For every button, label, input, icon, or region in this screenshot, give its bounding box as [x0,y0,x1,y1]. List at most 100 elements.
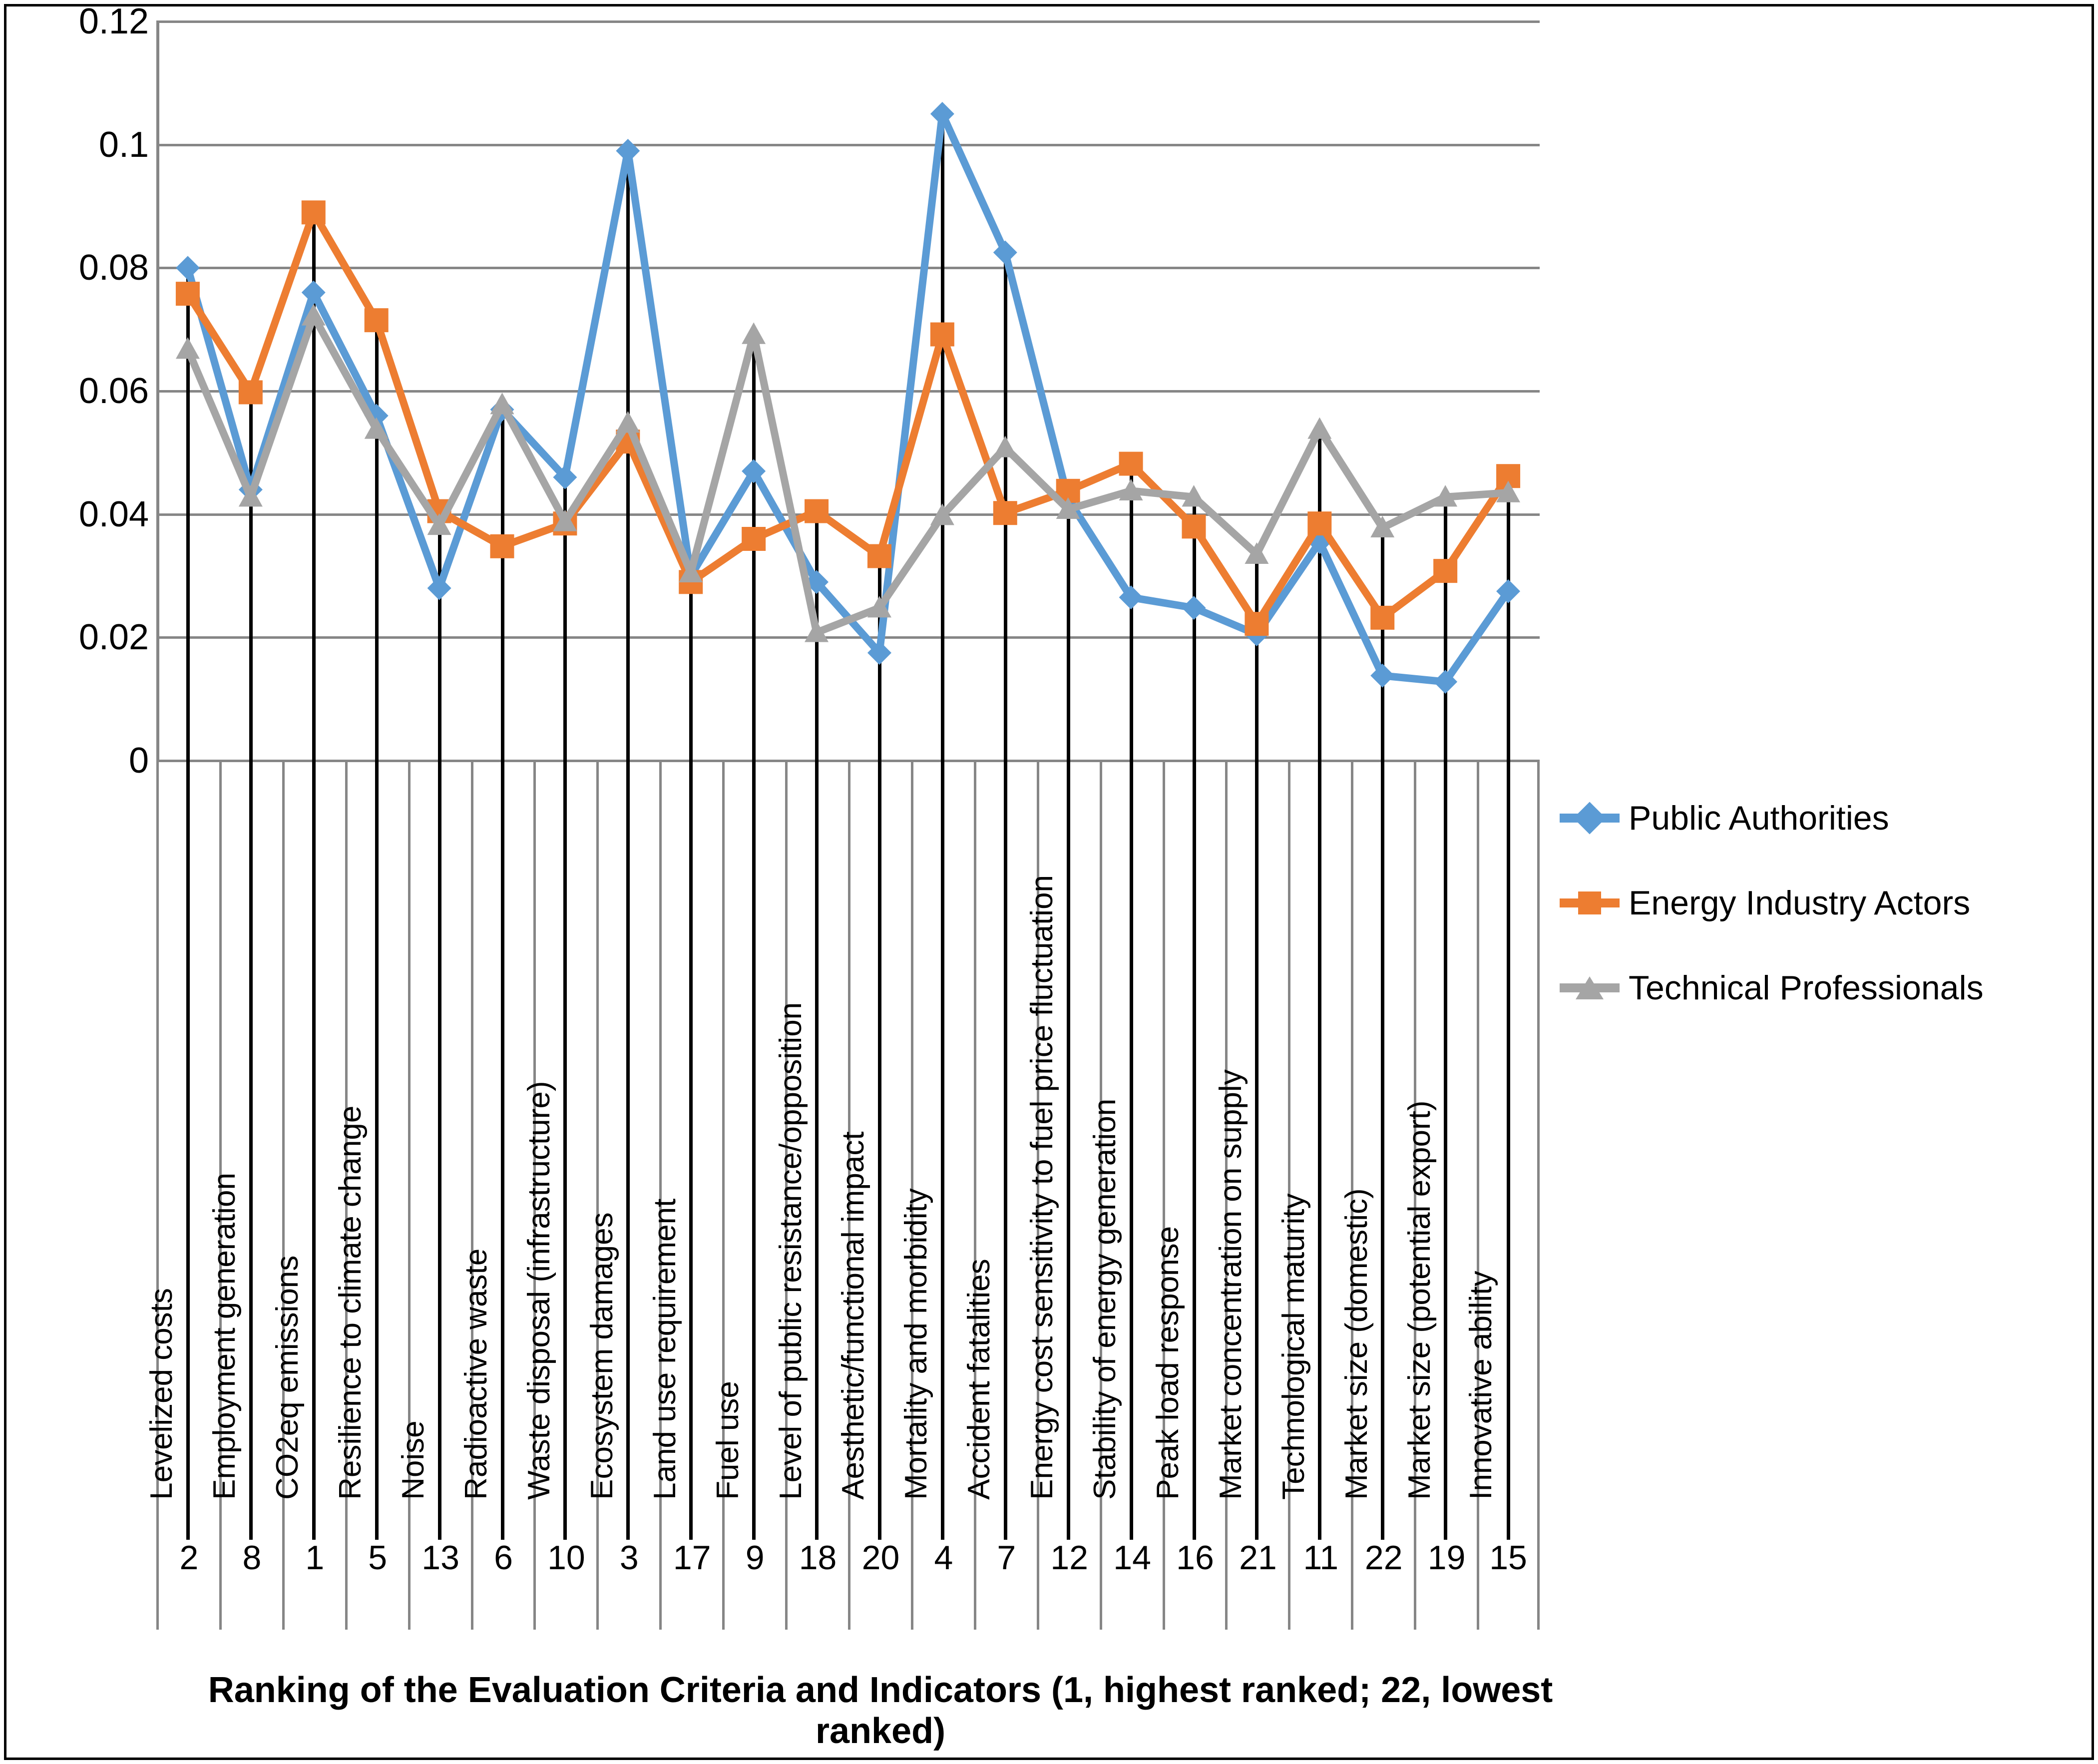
category-label-band: Levelized costs 2 Employment generation 8 CO… [145,761,1540,1630]
data-point-marker [490,393,514,415]
ranking-value: 15 [1489,1539,1527,1577]
data-point-marker [1182,514,1206,539]
category-drop-line-extension [437,761,441,1540]
data-point-marker [993,436,1017,457]
category-drop-line-extension [689,761,693,1540]
category-label: Radioactive waste [459,1248,494,1500]
data-point-marker [742,322,766,344]
data-point-marker [1182,596,1206,620]
ranking-value: 20 [861,1539,900,1577]
legend-label: Public Authorities [1629,799,1889,837]
category-drop-line-extension [815,761,819,1540]
data-point-marker [175,282,200,306]
data-point-marker [805,499,829,523]
data-point-marker [867,544,891,568]
category-drop-line-extension [1318,761,1322,1540]
category-label: Ecosystem damages [584,1212,619,1500]
category-drop-line-extension [1507,761,1511,1540]
category-label: Noise [396,1420,431,1500]
data-point-marker [1433,559,1458,583]
category-drop-line-extension [877,761,881,1540]
ranking-value: 4 [934,1539,953,1577]
legend-label: Energy Industry Actors [1629,884,1971,922]
data-point-marker [993,501,1017,525]
category-label: Market concentration on supply [1214,1069,1249,1500]
data-point-marker [175,337,200,359]
category-drop-line-extension [752,761,756,1540]
series-line-0 [184,110,1512,686]
category-drop-line-extension [249,761,253,1540]
legend-swatch-icon [1560,888,1620,918]
series-line-2 [184,312,1512,636]
legend-label: Technical Professionals [1629,969,1984,1007]
ranking-value: 17 [673,1539,711,1577]
data-point-marker [1370,663,1395,688]
ranking-value: 7 [997,1539,1016,1577]
category-label: Energy cost sensitivity to fuel price fl… [1025,875,1060,1500]
y-tick-label: 0 [128,741,149,781]
legend-item-1[interactable]: Energy Industry Actors [1560,861,2084,945]
data-point-marker [1245,612,1269,636]
data-point-marker [616,139,640,163]
data-point-marker [1307,417,1332,439]
category-label: Aesthetic/functional impact [836,1131,871,1500]
data-point-marker [427,576,451,600]
category-drop-line-extension [626,761,630,1540]
data-point-marker [930,102,954,126]
category-drop-line-extension [1066,761,1070,1540]
data-point-marker [742,527,766,551]
legend-item-0[interactable]: Public Authorities [1560,776,2084,861]
chart-legend: Public Authorities Energy Industry Actors… [1560,776,2084,1030]
ranking-value: 13 [421,1539,459,1577]
ranking-value: 22 [1364,1539,1403,1577]
legend-item-2[interactable]: Technical Professionals [1560,945,2084,1030]
ranking-value: 1 [305,1539,325,1577]
ranking-value: 11 [1303,1539,1339,1577]
data-point-marker [993,240,1017,265]
data-point-marker [1370,605,1395,630]
y-axis-tick-labels: 0.12 0.1 0.08 0.06 0.04 0.02 0 [6,1,149,1758]
y-tick-label: 0.06 [78,371,149,411]
category-drop-line-extension [1444,761,1448,1540]
data-point-marker [1119,451,1143,476]
category-drop-line-extension [1381,761,1385,1540]
data-point-marker [175,256,200,280]
category-label: Land use requirement [647,1198,682,1500]
chart-frame: 0.12 0.1 0.08 0.06 0.04 0.02 0 Levelized costs… [4,1,2094,1760]
category-drop-line-extension [940,761,944,1540]
data-point-marker [930,322,954,347]
data-point-marker [616,411,640,433]
data-point-marker [1307,511,1332,536]
line-chart: 0.12 0.1 0.08 0.06 0.04 0.02 0 Levelized costs… [6,1,2092,1758]
category-drop-line-extension [186,761,190,1540]
category-label: Waste disposal (infrastructure) [522,1081,557,1500]
ranking-value: 10 [547,1539,585,1577]
data-point-marker [301,200,326,225]
category-label: Technological maturity [1276,1193,1311,1500]
ranking-value: 6 [494,1539,513,1577]
ranking-value: 2 [179,1539,199,1577]
y-tick-label: 0.04 [78,494,149,534]
ranking-value: 14 [1113,1539,1151,1577]
category-label: Market size (potential export) [1402,1100,1437,1500]
ranking-value: 19 [1427,1539,1466,1577]
category-drop-line-extension [1003,761,1007,1540]
category-label: Resilience to climate change [333,1105,368,1500]
x-axis-title: Ranking of the Evaluation Criteria and I… [208,1670,1553,1751]
category-label: Accident fatalities [962,1259,997,1500]
category-drop-line-extension [500,761,504,1540]
category-label: Fuel use [710,1381,745,1500]
category-label: Market size (domestic) [1339,1188,1374,1500]
category-label: Employment generation [207,1173,242,1500]
data-point-marker [238,380,263,405]
category-drop-line-extension [1129,761,1133,1540]
legend-swatch-icon [1560,802,1620,835]
category-label: CO2eq emissions [270,1255,305,1500]
category-label: Levelized costs [144,1288,179,1500]
ranking-value: 9 [745,1539,765,1577]
ranking-value: 18 [799,1539,837,1577]
y-tick-label: 0.08 [78,248,149,288]
ranking-value: 3 [619,1539,639,1577]
ranking-value: 8 [242,1539,262,1577]
ranking-value: 16 [1176,1539,1214,1577]
